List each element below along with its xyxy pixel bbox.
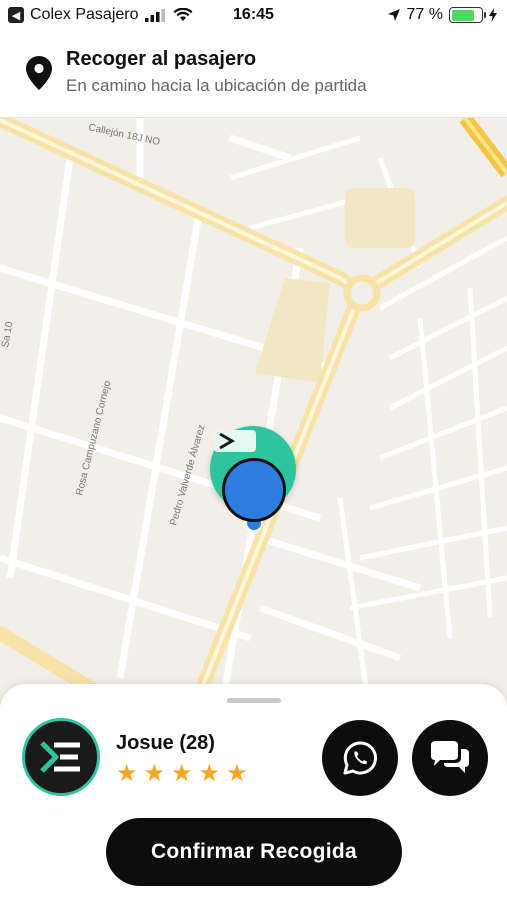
colex-logo-icon (40, 741, 80, 773)
star-icon: ★ (143, 760, 166, 787)
whatsapp-icon (343, 741, 377, 775)
star-icon: ★ (226, 760, 248, 787)
sheet-handle[interactable] (227, 698, 281, 703)
charging-icon (489, 8, 497, 22)
street-label: Sa 10 (0, 320, 15, 348)
map-canvas: Callejón 18J NO Rosa Campuzano Cornejo P… (0, 118, 507, 718)
status-bar: ◀ Colex Pasajero 16:45 77 % (0, 0, 507, 32)
star-icon: ★ (171, 760, 193, 787)
battery-percent: 77 % (406, 6, 443, 23)
map-view[interactable]: Callejón 18J NO Rosa Campuzano Cornejo P… (0, 118, 507, 718)
street-label: Rosa Campuzano Cornejo (74, 379, 113, 496)
star-icon: ★ (198, 760, 221, 787)
location-pin-icon (26, 56, 52, 90)
status-right: 77 % (387, 6, 497, 24)
header-subtitle: En camino hacia la ubicación de partida (66, 76, 367, 95)
street-label: Callejón 18J NO (87, 122, 161, 148)
whatsapp-button[interactable] (322, 720, 398, 796)
car-icon (214, 430, 256, 452)
confirm-pickup-button[interactable]: Confirmar Recogida (106, 818, 402, 886)
avatar (22, 718, 100, 796)
battery-icon (449, 7, 486, 23)
trip-header: Recoger al pasajero En camino hacia la u… (0, 32, 507, 118)
park-area (255, 278, 330, 383)
user-location-marker[interactable] (222, 458, 286, 522)
header-title: Recoger al pasajero (66, 48, 257, 70)
chat-bubbles-icon (431, 741, 469, 773)
driver-sheet: Josue (28) ★ ★ ★ ★ ★ Confirmar Recogida (0, 684, 507, 900)
rating-stars: ★ ★ ★ ★ ★ (116, 762, 248, 786)
chat-button[interactable] (412, 720, 488, 796)
park-area (345, 188, 415, 248)
roundabout (343, 274, 381, 312)
star-icon: ★ (116, 760, 138, 787)
location-arrow-icon (387, 9, 400, 21)
driver-name: Josue (28) (116, 732, 215, 754)
